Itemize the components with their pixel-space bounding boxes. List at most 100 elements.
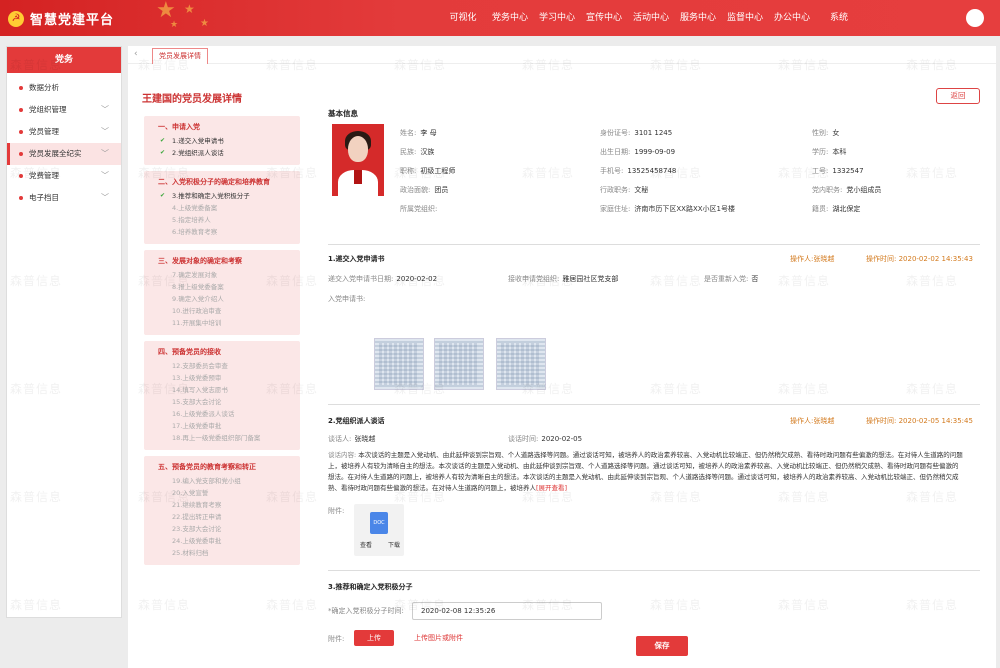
bullet-icon (19, 86, 23, 90)
expand-link[interactable]: [展开查看] (536, 484, 567, 492)
step-item[interactable]: 10.进行政治审查 (158, 305, 300, 317)
info-row: 姓名: 李 ⺟ 身份证号: 3101 1245 性别: 女 (400, 124, 980, 143)
nav-item-visualization[interactable]: 可视化 (440, 0, 486, 36)
nav-item-publicity[interactable]: 宣传中心 (581, 0, 627, 36)
nav-item-supervision[interactable]: 监督中心 (722, 0, 768, 36)
sidebar-item-data-analysis[interactable]: 数据分析 (7, 77, 121, 99)
sidebar-item-label: 电子档目 (29, 193, 59, 202)
step-group-title: 五、预备党员的教育考察和转正 (158, 463, 256, 471)
nav-item-party-affairs[interactable]: 党务中心 (487, 0, 533, 36)
main-menu: 可视化 党务中心 学习中心 宣传中心 活动中心 服务中心 监督中心 办公中心 系… (440, 0, 863, 36)
upload-hint-link[interactable]: 上传图片或附件 (414, 633, 463, 643)
step-item[interactable]: 20.入党宣誓 (158, 487, 300, 499)
sidebar-item-member-development[interactable]: 党员发展全纪实 ﹀ (7, 143, 121, 165)
step2-attach-label: 附件: (328, 507, 345, 515)
step-group: 三、发展对象的确定和考察 7.确定发展对象 8.报上级党委备案 9.确定入党介绍人 10… (144, 250, 300, 335)
info-field: 籍贯: 湖北保定 (812, 205, 861, 213)
step-item[interactable]: 14.填写入党志愿书 (158, 384, 300, 396)
step1-date: 递交入党申请书日期: 2020-02-02 (328, 275, 438, 283)
brand[interactable]: ☭ 智慧党建平台 (8, 9, 114, 28)
user-avatar[interactable] (966, 9, 984, 27)
step-item[interactable]: 24.上级党委审批 (158, 535, 300, 547)
step-item[interactable]: 16.上级党委派人谈话 (158, 408, 300, 420)
step-item[interactable]: 5.指定培养人 (158, 214, 300, 226)
basic-info-title: 基本信息 (328, 109, 358, 118)
sidebar-item-dues-management[interactable]: 党费管理 ﹀ (7, 165, 121, 187)
info-field: 身份证号: 3101 1245 (600, 129, 673, 137)
step-group: 四、预备党员的接收 12.支部委员会审查 13.上级党委预审 14.填写入党志愿书 15… (144, 341, 300, 450)
application-letter-page-2[interactable] (434, 338, 484, 390)
step2-operator: 操作人:张晓越 (790, 417, 835, 425)
chevron-down-icon: ﹀ (101, 127, 109, 136)
step-item[interactable]: 6.培养教育考察 (158, 226, 300, 238)
chevron-left-icon[interactable]: ‹ (134, 49, 138, 59)
step-item[interactable]: 13.上级党委预审 (158, 372, 300, 384)
step3-attach-label: 附件: (328, 635, 345, 643)
doc-file-icon: DOC (370, 512, 388, 534)
info-row: 民族: 汉族 出生日期: 1999-09-09 学历: 本科 (400, 143, 980, 162)
nav-item-activity[interactable]: 活动中心 (628, 0, 674, 36)
application-letter-page-3[interactable] (496, 338, 546, 390)
decorative-stars: ★ ★ ★ ★ (156, 0, 209, 30)
sidebar: 党务 数据分析 党组织管理 ﹀ 党员管理 ﹀ 党员发展全纪实 ﹀ 党费管理 ﹀ … (6, 46, 122, 618)
chevron-down-icon: ﹀ (101, 105, 109, 114)
step-item[interactable]: 15.支部大会讨论 (158, 396, 300, 408)
info-field: 出生日期: 1999-09-09 (600, 148, 676, 156)
step3-title: 3.推荐和确定入党积极分子 (328, 583, 413, 591)
sidebar-item-label: 党员管理 (29, 127, 59, 136)
step-item[interactable]: 17.上级党委审批 (158, 420, 300, 432)
nav-item-learning[interactable]: 学习中心 (534, 0, 580, 36)
step-group-title: 二、入党积极分子的确定和培养教育 (158, 178, 270, 186)
activist-time-input[interactable]: 2020-02-08 12:35:26 (412, 602, 602, 620)
step-item[interactable]: 12.支部委员会审查 (158, 360, 300, 372)
download-attachment-link[interactable]: 下载 (388, 540, 400, 549)
step-item[interactable]: 3.推荐和确定入党积极分子 (158, 190, 300, 202)
step-item[interactable]: 25.材料归档 (158, 547, 300, 559)
step3-time-label: *确定入党积极分子时间: (328, 607, 404, 615)
nav-item-system[interactable]: 系统 (816, 0, 862, 36)
step-item[interactable]: 22.提出转正申请 (158, 511, 300, 523)
tab-member-detail[interactable]: 党员发展详情 (152, 48, 208, 64)
sidebar-item-member-management[interactable]: 党员管理 ﹀ (7, 121, 121, 143)
step-group-title: 一、申请入党 (158, 123, 200, 131)
step-item[interactable]: 11.开展集中培训 (158, 317, 300, 329)
step-item[interactable]: 8.报上级党委备案 (158, 281, 300, 293)
step-item[interactable]: 18.再上一级党委组织部门备案 (158, 432, 300, 444)
upload-button[interactable]: 上传 (354, 630, 394, 646)
sidebar-item-label: 党费管理 (29, 171, 59, 180)
step-group: 五、预备党员的教育考察和转正 19.编入党支部和党小组 20.入党宣誓 21.继续教育… (144, 456, 300, 565)
info-field: 民族: 汉族 (400, 148, 435, 156)
step2-title: 2.党组织派人谈话 (328, 417, 385, 425)
step-item[interactable]: 4.上级党委备案 (158, 202, 300, 214)
party-emblem-icon: ☭ (8, 10, 24, 27)
step-item[interactable]: 19.编入党支部和党小组 (158, 475, 300, 487)
back-button[interactable]: 返回 (936, 88, 980, 104)
info-field: 行政职务: 文秘 (600, 186, 649, 194)
application-letter-page-1[interactable] (374, 338, 424, 390)
top-navigation: ★ ★ ★ ★ ☭ 智慧党建平台 可视化 党务中心 学习中心 宣传中心 活动中心… (0, 0, 1000, 36)
info-field: 政治面貌: 团员 (400, 186, 449, 194)
chevron-down-icon: ﹀ (101, 149, 109, 158)
bullet-icon (19, 108, 23, 112)
step-item[interactable]: 1.递交入党申请书 (158, 135, 300, 147)
bullet-icon (19, 130, 23, 134)
step-item[interactable]: 21.继续教育考察 (158, 499, 300, 511)
step-group-title: 三、发展对象的确定和考察 (158, 257, 242, 265)
info-field: 手机号: 13525458748 (600, 167, 677, 175)
step-item[interactable]: 2.党组织派人谈话 (158, 147, 300, 159)
divider (328, 404, 980, 405)
step-item[interactable]: 7.确定发展对象 (158, 269, 300, 281)
step2-talker: 谈话人: 张晓越 (328, 435, 376, 443)
step-item[interactable]: 23.支部大会讨论 (158, 523, 300, 535)
save-button[interactable]: 保存 (636, 636, 688, 656)
nav-item-service[interactable]: 服务中心 (675, 0, 721, 36)
main-panel: ‹ 党员发展详情 王建国的党员发展详情 返回 一、申请入党1.递交入党申请书2.… (128, 46, 996, 668)
sidebar-item-e-archive[interactable]: 电子档目 ﹀ (7, 187, 121, 209)
nav-item-office[interactable]: 办公中心 (769, 0, 815, 36)
sidebar-item-org-management[interactable]: 党组织管理 ﹀ (7, 99, 121, 121)
step-item[interactable]: 9.确定入党介绍人 (158, 293, 300, 305)
info-row: 所属党组织: 家庭住址: 济南市历下区XX路XX小区1号楼 籍贯: 湖北保定 (400, 200, 980, 219)
info-field: 家庭住址: 济南市历下区XX路XX小区1号楼 (600, 205, 735, 213)
brand-title: 智慧党建平台 (30, 13, 115, 28)
view-attachment-link[interactable]: 查看 (360, 540, 372, 549)
